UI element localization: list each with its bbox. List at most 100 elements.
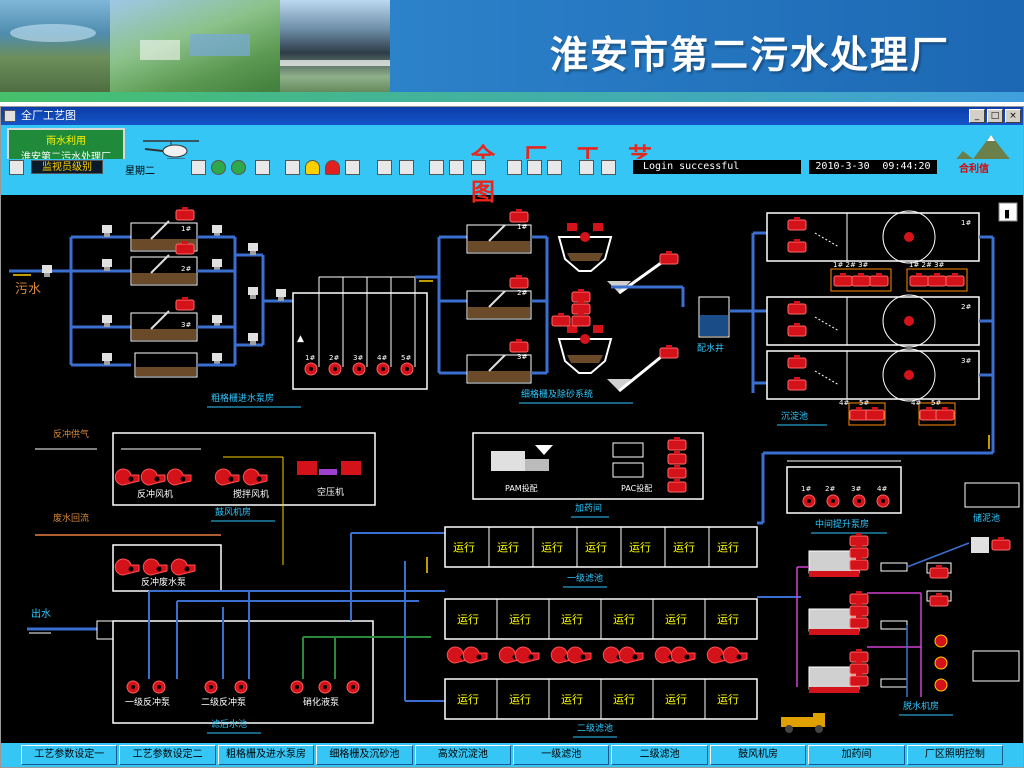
fine-screen-3[interactable] <box>466 338 532 384</box>
nitrification-pump-label: 硝化液泵 <box>303 696 339 708</box>
valve[interactable] <box>212 353 222 365</box>
coarse-screen-3[interactable] <box>130 296 198 342</box>
weekday: 星期二 <box>125 166 155 177</box>
alarm-red-icon[interactable] <box>325 160 340 175</box>
computer-icon[interactable] <box>579 160 594 175</box>
nav-lighting-control[interactable]: 厂区照明控制 <box>906 745 1004 765</box>
distribution-well[interactable] <box>698 296 730 338</box>
secondary-filter-9-status[interactable]: 运行 <box>561 693 583 706</box>
coarse-screen-4[interactable] <box>134 352 198 378</box>
time-value: 09:44:20 <box>882 161 931 172</box>
speaker-icon[interactable] <box>285 160 300 175</box>
alarm-ack-icon[interactable] <box>345 160 360 175</box>
secondary-filter-1-status[interactable]: 运行 <box>457 613 479 626</box>
nav-process-params-2[interactable]: 工艺参数设定二 <box>119 745 216 765</box>
sedimentation-tank-1[interactable] <box>766 210 980 264</box>
fine-screen-1[interactable] <box>466 208 532 254</box>
valve[interactable] <box>212 315 222 327</box>
intake-pump-4[interactable] <box>376 362 390 376</box>
primary-filter-7-status[interactable]: 运行 <box>717 541 739 554</box>
fine-screen-2[interactable] <box>466 274 532 320</box>
sedimentation-tank-3[interactable] <box>766 348 980 402</box>
backwash-fan-group[interactable] <box>114 448 201 486</box>
nav-secondary-filter[interactable]: 二级滤池 <box>611 745 708 765</box>
dewatering-room[interactable] <box>796 532 1011 697</box>
mixing-fan-group[interactable] <box>214 456 283 486</box>
back-icon[interactable] <box>191 160 206 175</box>
print-icon[interactable] <box>449 160 464 175</box>
valve[interactable] <box>212 225 222 237</box>
nav-sedimentation[interactable]: 高效沉淀池 <box>414 745 512 765</box>
secondary-filter-2-status[interactable]: 运行 <box>509 613 531 626</box>
grit-chamber-1[interactable] <box>557 223 613 272</box>
intake-pump-2[interactable] <box>328 362 342 376</box>
nav-dosing-room[interactable]: 加药间 <box>808 745 905 765</box>
secondary-filter-8-status[interactable]: 运行 <box>509 693 531 706</box>
filter-fan-row[interactable] <box>446 646 748 664</box>
nav-primary-filter[interactable]: 一级滤池 <box>513 745 610 765</box>
user-level: 监视员级别 <box>31 160 103 174</box>
inflow-valve[interactable] <box>42 265 52 277</box>
nav-blower-room[interactable]: 鼓风机房 <box>709 745 807 765</box>
sludge-pumps-row-1[interactable] <box>830 268 968 292</box>
database-icon[interactable] <box>507 160 522 175</box>
mid-pump-1-label: 1# <box>801 485 811 493</box>
secondary-filter-11-status[interactable]: 运行 <box>665 693 687 706</box>
secondary-filter-3-status[interactable]: 运行 <box>561 613 583 626</box>
secondary-filter-7-status[interactable]: 运行 <box>457 693 479 706</box>
primary-filter-5-status[interactable]: 运行 <box>629 541 651 554</box>
close-button[interactable]: × <box>1005 109 1021 123</box>
secondary-filter-12-status[interactable]: 运行 <box>717 693 739 706</box>
primary-filter-1-status[interactable]: 运行 <box>453 541 475 554</box>
primary-filter-3-status[interactable]: 运行 <box>541 541 563 554</box>
valve[interactable] <box>276 289 286 301</box>
valve[interactable] <box>248 243 258 255</box>
sludge-tank[interactable] <box>964 482 1020 508</box>
previous-icon[interactable] <box>211 160 226 175</box>
valve[interactable] <box>102 259 112 271</box>
alarm-bell-icon[interactable] <box>305 160 320 175</box>
valve[interactable] <box>102 315 112 327</box>
grit-blower-group[interactable] <box>551 288 591 327</box>
secondary-filter-4-status[interactable]: 运行 <box>613 613 635 626</box>
helicopter-icon <box>143 140 199 160</box>
primary-filter-4-status[interactable]: 运行 <box>585 541 607 554</box>
intake-pump-5[interactable] <box>400 362 414 376</box>
valve[interactable] <box>248 287 258 299</box>
air-compressor-group[interactable] <box>297 461 361 475</box>
valve[interactable] <box>102 353 112 365</box>
table-icon[interactable] <box>527 160 542 175</box>
home-icon[interactable] <box>601 160 616 175</box>
nav-process-params-1[interactable]: 工艺参数设定一 <box>21 745 118 765</box>
secondary-filter-6-status[interactable]: 运行 <box>717 613 739 626</box>
minimize-button[interactable]: _ <box>969 109 985 123</box>
nav-fine-screen[interactable]: 细格栅及沉砂池 <box>316 745 413 765</box>
user-manage-icon[interactable] <box>399 160 414 175</box>
secondary-backwash-pump-label: 二级反冲泵 <box>201 696 246 708</box>
config-icon[interactable] <box>547 160 562 175</box>
sand-separator-2[interactable] <box>607 344 679 393</box>
trend-icon[interactable] <box>471 160 486 175</box>
nav-coarse-screen[interactable]: 粗格栅及进水泵房 <box>217 745 315 765</box>
secondary-filter-10-status[interactable]: 运行 <box>613 693 635 706</box>
primary-filter-6-status[interactable]: 运行 <box>673 541 695 554</box>
date-value: 2010-3-30 <box>815 161 870 172</box>
next-icon[interactable] <box>231 160 246 175</box>
intake-pump-1[interactable] <box>304 362 318 376</box>
sedimentation-tank-2[interactable] <box>766 294 980 348</box>
primary-filter-2-status[interactable]: 运行 <box>497 541 519 554</box>
valve[interactable] <box>212 259 222 271</box>
grit-chamber-2[interactable] <box>557 325 613 374</box>
maximize-button[interactable]: □ <box>987 109 1003 123</box>
intake-pump-3[interactable] <box>352 362 366 376</box>
user-login-icon[interactable] <box>377 160 392 175</box>
folder-icon[interactable] <box>255 160 270 175</box>
secondary-filter-5-status[interactable]: 运行 <box>665 613 687 626</box>
banner: 淮安市第二污水处理厂 <box>0 0 1024 102</box>
valve[interactable] <box>102 225 112 237</box>
user-icon[interactable] <box>9 160 24 175</box>
distribution-well-label: 配水井 <box>697 342 724 354</box>
report-icon[interactable] <box>429 160 444 175</box>
lighting-panel[interactable] <box>972 650 1020 682</box>
valve[interactable] <box>248 333 258 345</box>
